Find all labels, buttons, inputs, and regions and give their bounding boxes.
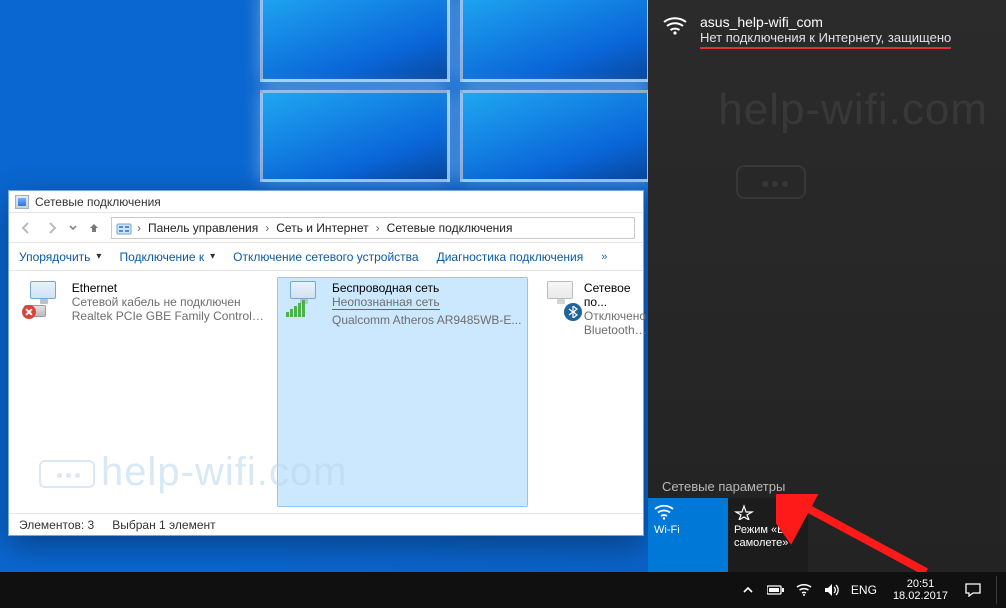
connection-bluetooth[interactable]: Сетевое по... Отключено Bluetooth D... [534,277,654,507]
toolbar: Упорядочить Подключение к Отключение сет… [9,243,643,271]
wifi-tile[interactable]: Wi-Fi [648,498,728,572]
chevron-right-icon: › [137,221,141,235]
nav-history-button[interactable] [67,217,79,239]
connection-wireless[interactable]: Беспроводная сеть Неопознанная сеть Qual… [277,277,528,507]
ssid-label: asus_help-wifi_com [700,14,951,30]
language-indicator[interactable]: ENG [851,583,877,597]
tray-overflow-icon[interactable] [739,581,757,599]
network-settings-link[interactable]: Сетевые параметры [662,479,785,494]
battery-icon[interactable] [767,581,785,599]
network-connections-window: Сетевые подключения › Панель управления … [8,190,644,536]
watermark: help-wifi.com [718,85,988,135]
disable-device-button[interactable]: Отключение сетевого устройства [233,250,418,264]
control-panel-icon [116,220,132,236]
ethernet-icon [24,281,66,317]
connection-device: Bluetooth D... [584,323,648,337]
network-flyout: asus_help-wifi_com Нет подключения к Инт… [648,0,1006,572]
connection-status: Отключено [584,309,648,323]
connection-name: Ethernet [72,281,264,295]
date-label: 18.02.2017 [893,590,948,602]
airplane-mode-tile[interactable]: Режим «Всамолете» [728,498,808,572]
app-icon [15,195,29,209]
breadcrumb-network-connections[interactable]: Сетевые подключения [385,219,515,237]
nav-forward-button[interactable] [41,217,63,239]
wifi-adapter-icon [284,281,326,317]
connection-name: Сетевое по... [584,281,648,309]
volume-icon[interactable] [823,581,841,599]
quick-tiles: Wi-Fi Режим «Всамолете» [648,498,1006,572]
airplane-icon [734,504,754,520]
show-desktop-button[interactable] [996,576,1002,604]
bluetooth-adapter-icon [541,281,578,317]
wallpaper-windows-logo [260,0,660,190]
diagnose-connection-button[interactable]: Диагностика подключения [437,250,584,264]
connection-status: Сетевой кабель не подключен [72,295,264,309]
nav-back-button[interactable] [15,217,37,239]
address-bar[interactable]: › Панель управления › Сеть и Интернет › … [111,217,635,239]
organize-button[interactable]: Упорядочить [19,250,101,264]
breadcrumb-network-internet[interactable]: Сеть и Интернет [274,219,370,237]
system-tray: ENG 20:51 18.02.2017 [739,576,1002,604]
connection-device: Realtek PCIe GBE Family Controller [72,309,264,323]
selection-label: Выбран 1 элемент [112,518,215,532]
wifi-tile-label: Wi-Fi [654,524,722,537]
connection-status: Неопознанная сеть [332,295,440,310]
nav-up-button[interactable] [83,217,105,239]
connect-to-button[interactable]: Подключение к [119,250,215,264]
connection-status-label: Нет подключения к Интернету, защищено [700,30,951,49]
connections-list: Ethernet Сетевой кабель не подключен Rea… [9,271,643,513]
time-label: 20:51 [893,578,948,590]
action-center-icon[interactable] [964,581,982,599]
wifi-icon [662,14,688,49]
taskbar: ENG 20:51 18.02.2017 [0,572,1006,608]
toolbar-overflow-icon[interactable]: » [601,251,607,263]
breadcrumb-control-panel[interactable]: Панель управления [146,219,260,237]
item-count-label: Элементов: [19,518,84,532]
address-bar-row: › Панель управления › Сеть и Интернет › … [9,213,643,243]
chevron-right-icon: › [376,221,380,235]
connection-ethernet[interactable]: Ethernet Сетевой кабель не подключен Rea… [17,277,271,507]
wifi-tray-icon[interactable] [795,581,813,599]
wifi-icon [654,504,674,520]
window-title: Сетевые подключения [35,195,161,209]
status-bar: Элементов: 3 Выбран 1 элемент [9,513,643,535]
watermark-logo [736,165,806,199]
connection-name: Беспроводная сеть [332,281,521,295]
titlebar[interactable]: Сетевые подключения [9,191,643,213]
clock[interactable]: 20:51 18.02.2017 [893,578,948,602]
item-count: 3 [88,518,95,532]
connection-device: Qualcomm Atheros AR9485WB-E... [332,313,521,327]
chevron-right-icon: › [265,221,269,235]
current-network[interactable]: asus_help-wifi_com Нет подключения к Инт… [648,0,1006,49]
